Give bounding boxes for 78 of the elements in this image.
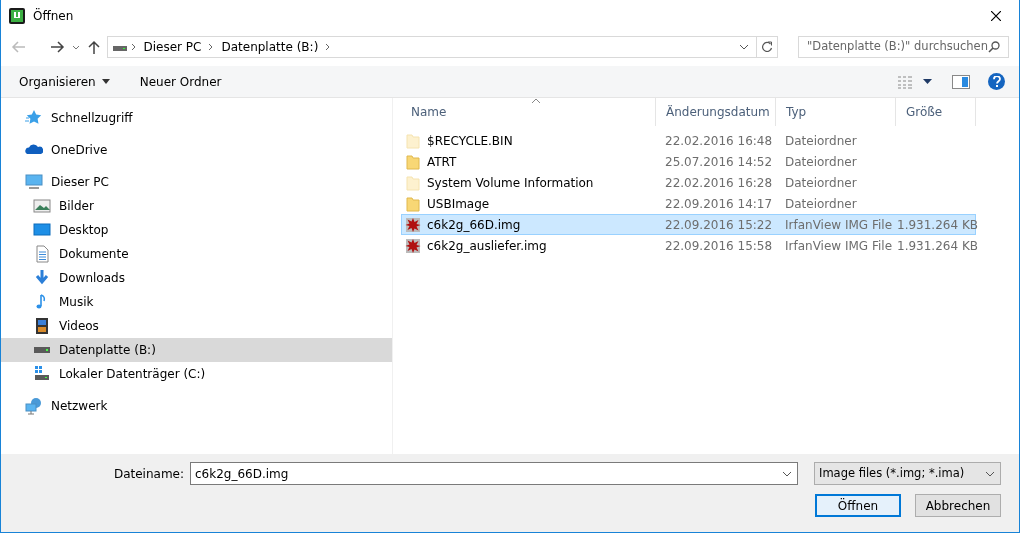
new-folder-button[interactable]: Neuer Ordner (129, 68, 232, 95)
caret-icon (923, 79, 932, 84)
sidebar-item[interactable]: Bilder (1, 194, 392, 218)
breadcrumb[interactable]: Datenplatte (B:) (217, 38, 323, 56)
date-cell-text: 22.02.2016 16:28 (664, 174, 774, 192)
preview-pane-icon[interactable] (952, 74, 970, 89)
file-row[interactable]: USBImage 22.09.2016 14:17 Dateiordner (401, 193, 976, 214)
type-cell-text: IrfanView IMG File (784, 216, 894, 234)
type-cell-text: Dateiordner (784, 195, 858, 213)
search-field[interactable]: "Datenplatte (B:)" durchsuchen (798, 36, 1009, 58)
app-icon (9, 8, 25, 24)
address-bar[interactable]: Dieser PC Datenplatte (B:) (106, 36, 758, 58)
chevron-down-icon[interactable] (738, 42, 751, 52)
picture-icon (33, 197, 51, 215)
window-title: Öffnen (33, 7, 74, 25)
file-name: $RECYCLE.BIN (427, 132, 513, 150)
list-view-icon (897, 74, 913, 89)
monitor-icon (25, 173, 43, 191)
splat-icon (405, 237, 421, 254)
sidebar-item[interactable]: Lokaler Datenträger (C:) (1, 362, 392, 386)
date-cell-text: 22.09.2016 15:58 (664, 237, 774, 255)
column-header[interactable]: Name (401, 98, 656, 126)
column-header[interactable]: Typ (776, 98, 896, 126)
refresh-icon (761, 41, 774, 53)
column-header[interactable]: Größe (896, 98, 976, 126)
cancel-button[interactable]: Abbrechen (915, 494, 1001, 517)
date-cell-text: 22.02.2016 16:48 (664, 132, 774, 150)
file-row[interactable]: ATRT 25.07.2016 14:52 Dateiordner (401, 151, 976, 172)
sidebar-item[interactable]: Schnellzugriff (1, 106, 392, 130)
organize-button[interactable]: Organisieren (9, 68, 120, 95)
splat-icon (405, 216, 421, 233)
type-cell-text: Dateiordner (784, 174, 858, 192)
download-icon (33, 269, 51, 287)
filename-field[interactable]: c6k2g_66D.img (190, 462, 798, 485)
column-header[interactable]: Änderungsdatum (656, 98, 776, 126)
caret-icon (101, 79, 110, 84)
sidebar-item[interactable]: Dieser PC (1, 170, 392, 194)
file-name: c6k2g_66D.img (427, 216, 521, 234)
type-cell-text: Dateiordner (784, 132, 858, 150)
search-icon (988, 41, 1000, 53)
help-button[interactable] (988, 73, 1005, 90)
network-icon (25, 397, 43, 415)
file-name: c6k2g_ausliefer.img (427, 237, 547, 255)
date-cell-text: 22.09.2016 15:22 (664, 216, 774, 234)
file-row[interactable]: System Volume Information 22.02.2016 16:28 Dateiordner (401, 172, 976, 193)
close-icon (991, 11, 1001, 21)
sidebar-item[interactable]: Musik (1, 290, 392, 314)
refresh-button[interactable] (757, 36, 779, 58)
type-cell-text: IrfanView IMG File (784, 237, 894, 255)
sidebar-item[interactable]: OneDrive (1, 138, 392, 162)
sidebar-item[interactable]: Datenplatte (B:) (1, 338, 392, 362)
up-icon[interactable] (86, 39, 101, 55)
breadcrumb[interactable]: Dieser PC (139, 38, 206, 56)
search-placeholder: "Datenplatte (B:)" durchsuchen (807, 38, 988, 56)
drive-icon (33, 365, 51, 383)
sidebar-item[interactable]: Desktop (1, 218, 392, 242)
filename-label: Dateiname: (113, 465, 184, 483)
file-name: System Volume Information (427, 174, 594, 192)
drive-icon (34, 347, 50, 353)
date-cell-text: 22.09.2016 14:17 (664, 195, 774, 213)
forward-icon[interactable] (48, 39, 65, 55)
sidebar-item[interactable]: Videos (1, 314, 392, 338)
sidebar-item[interactable]: Netzwerk (1, 394, 392, 418)
file-name: USBImage (427, 195, 490, 213)
sidebar-item[interactable]: Dokumente (1, 242, 392, 266)
file-row[interactable]: c6k2g_ausliefer.img 22.09.2016 15:58 IrfanView IMG File 1.931.264 KB (401, 235, 976, 256)
document-icon (33, 245, 51, 263)
open-button[interactable]: Öffnen (815, 494, 901, 517)
type-cell-text: Dateiordner (784, 153, 858, 171)
film-icon (33, 317, 51, 335)
question-icon (992, 76, 1001, 87)
file-row[interactable]: c6k2g_66D.img 22.09.2016 15:22 IrfanView IMG File 1.931.264 KB (401, 214, 976, 235)
date-cell-text: 25.07.2016 14:52 (664, 153, 774, 171)
file-type-dropdown[interactable]: Image files (*.img; *.ima) (814, 462, 1001, 485)
file-name: ATRT (427, 153, 457, 171)
file-row[interactable]: $RECYCLE.BIN 22.02.2016 16:48 Dateiordner (401, 130, 976, 151)
sidebar-item[interactable]: Downloads (1, 266, 392, 290)
desktop-icon (33, 221, 51, 239)
